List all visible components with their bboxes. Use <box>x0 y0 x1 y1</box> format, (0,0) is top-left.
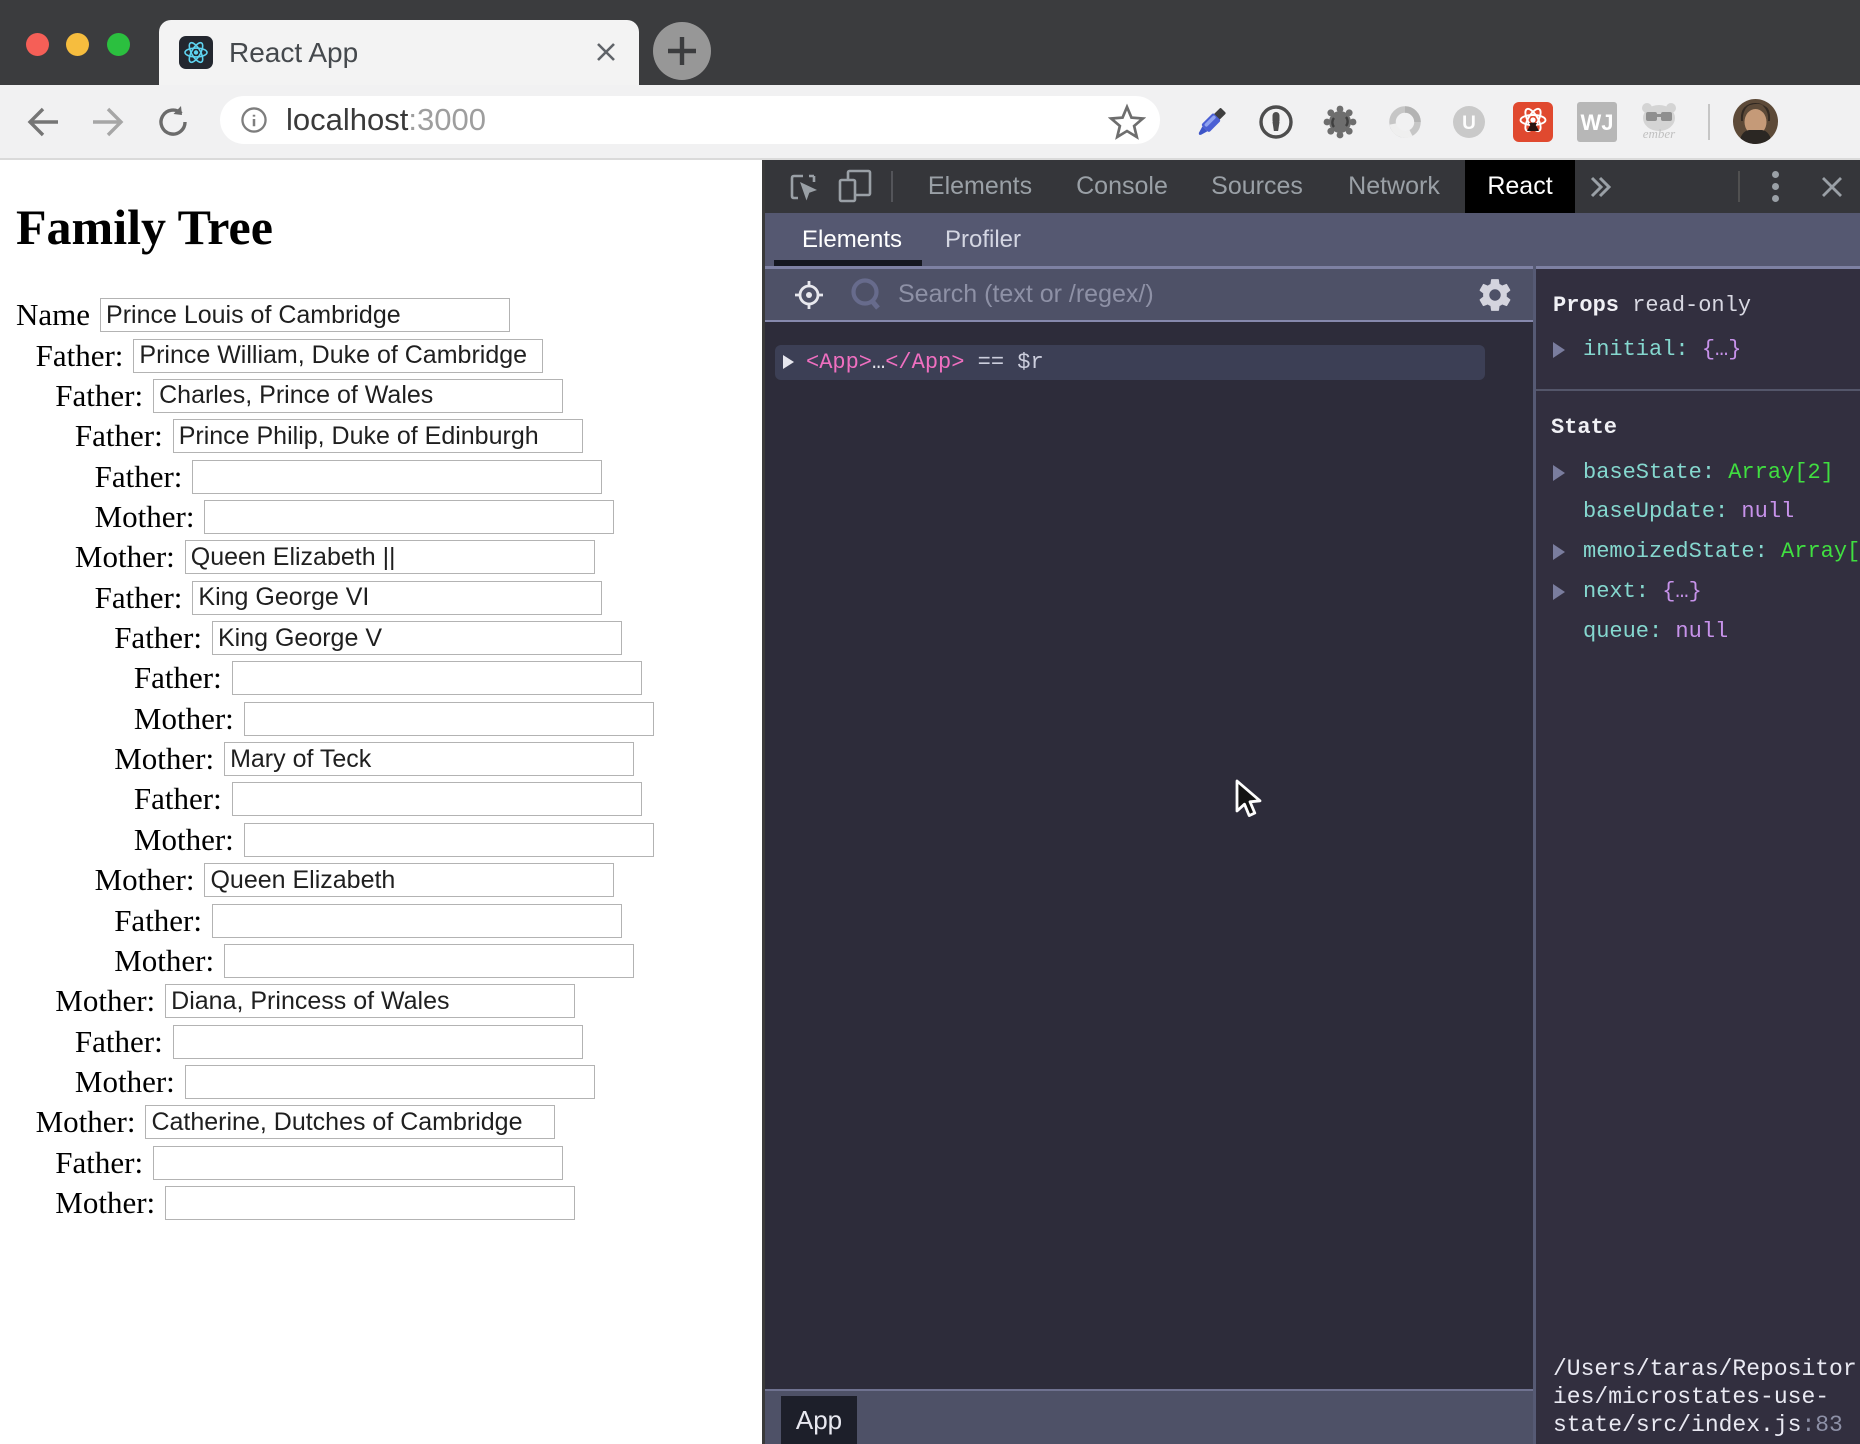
svg-text:WJ: WJ <box>1581 110 1614 135</box>
svg-text:ember: ember <box>1643 126 1676 141</box>
svg-text:U: U <box>1462 113 1476 134</box>
